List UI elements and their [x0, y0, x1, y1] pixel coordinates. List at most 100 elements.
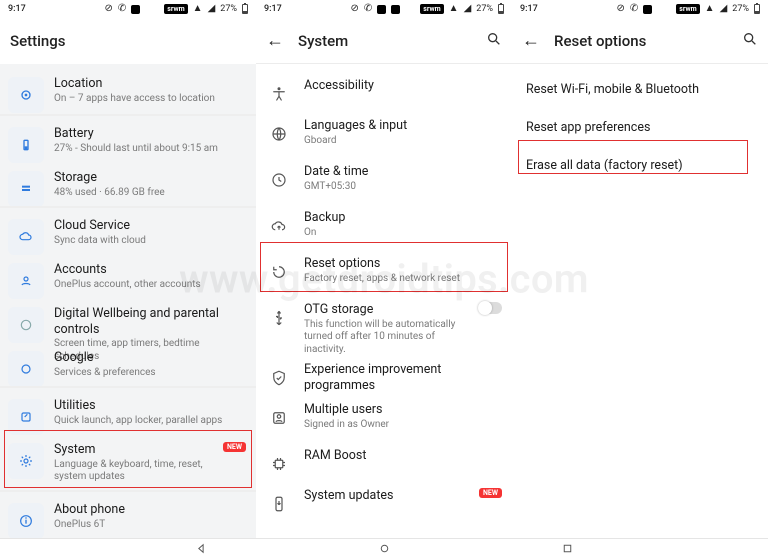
item-system[interactable]: SystemLanguage & keyboard, time, reset, …: [0, 436, 256, 490]
clock: 9:17: [264, 4, 282, 14]
subtitle: Gboard: [304, 135, 502, 148]
phone-download-icon: [264, 489, 294, 519]
subtitle: Factory reset, apps & network reset: [304, 273, 502, 286]
label: Cloud Service: [54, 218, 246, 234]
label: System: [54, 442, 209, 458]
signal-icon: ◢: [464, 4, 472, 14]
cloud-up-icon: [264, 211, 294, 241]
carrier-badge: srwm: [676, 4, 699, 14]
item-ramboost[interactable]: RAM Boost: [256, 442, 512, 485]
subtitle: 27% - Should last until about 9:15 am: [54, 143, 246, 156]
opt-reset-prefs[interactable]: Reset app preferences: [512, 108, 768, 147]
label: Battery: [54, 126, 246, 142]
item-multiuser[interactable]: Multiple usersSigned in as Owner: [256, 396, 512, 439]
app-icon-2: [391, 5, 400, 14]
item-accessibility[interactable]: Accessibility: [256, 72, 512, 115]
subtitle: Services & preferences: [54, 367, 246, 380]
screen-reset-options: 9:17 ⊘ ✆ srwm ▲ ◢ 27% ← Reset options Re…: [512, 0, 768, 538]
label: RAM Boost: [304, 448, 502, 464]
page-title: Settings: [10, 32, 246, 50]
new-badge: NEW: [223, 442, 246, 452]
label: Digital Wellbeing and parental controls: [54, 306, 246, 337]
label: Backup: [304, 210, 502, 226]
notif-icon: ⊘: [350, 4, 358, 14]
wifi-icon: ▲: [705, 4, 715, 14]
wifi-icon: ▲: [193, 4, 203, 14]
app-icon: [131, 5, 140, 14]
accessibility-icon: [264, 79, 294, 109]
item-languages[interactable]: Languages & inputGboard: [256, 112, 512, 155]
battery-pct: 27%: [476, 4, 493, 14]
carrier-badge: srwm: [420, 4, 443, 14]
globe-icon: [264, 119, 294, 149]
notif-icon: ⊘: [104, 4, 112, 14]
label: System updates: [304, 488, 465, 504]
app-icon: [643, 5, 652, 14]
nav-back[interactable]: [195, 542, 208, 555]
label: Languages & input: [304, 118, 502, 134]
item-experience[interactable]: Experience improvement programmes: [256, 356, 512, 399]
wifi-icon: ▲: [449, 4, 459, 14]
item-sysupdates[interactable]: System updates NEW: [256, 482, 512, 525]
label: Storage: [54, 170, 246, 186]
label: Date & time: [304, 164, 502, 180]
search-button[interactable]: [486, 31, 502, 51]
whatsapp-icon: ✆: [364, 4, 372, 14]
nav-home[interactable]: [378, 542, 391, 555]
back-button[interactable]: ←: [266, 30, 284, 51]
search-button[interactable]: [742, 31, 758, 51]
battery-icon: [754, 4, 760, 14]
clock: 9:17: [8, 4, 26, 14]
subtitle: 48% used · 66.89 GB free: [54, 187, 246, 200]
label: Google: [54, 350, 246, 366]
shield-check-icon: [264, 363, 294, 393]
item-about[interactable]: About phoneOnePlus 6T: [0, 496, 256, 538]
subtitle: Signed in as Owner: [304, 419, 502, 432]
gear-icon: [8, 443, 44, 479]
label: Location: [54, 76, 246, 92]
subtitle: OnePlus 6T: [54, 519, 246, 532]
subtitle: On – 7 apps have access to location: [54, 93, 246, 106]
item-datetime[interactable]: Date & timeGMT+05:30: [256, 158, 512, 201]
back-button[interactable]: ←: [522, 30, 540, 51]
label: About phone: [54, 502, 246, 518]
otg-toggle[interactable]: [478, 302, 502, 314]
info-icon: [8, 503, 44, 538]
clock-icon: [264, 165, 294, 195]
wellbeing-icon: [8, 307, 44, 343]
item-reset[interactable]: Reset optionsFactory reset, apps & netwo…: [256, 250, 512, 293]
status-bar: 9:17 ⊘ ✆ srwm ▲ ◢ 27%: [512, 0, 768, 18]
reset-icon: [264, 257, 294, 287]
label: Experience improvement programmes: [304, 362, 502, 393]
item-utilities[interactable]: UtilitiesQuick launch, app locker, paral…: [0, 392, 256, 441]
whatsapp-icon: ✆: [118, 4, 126, 14]
label: OTG storage: [304, 302, 464, 318]
item-otg[interactable]: OTG storageThis function will be automat…: [256, 296, 512, 362]
battery-icon: [498, 4, 504, 14]
screen-system: 9:17 ⊘ ✆ srwm ▲ ◢ 27% ← System Accessib: [256, 0, 512, 538]
battery-pct: 27%: [220, 4, 237, 14]
storage-icon: [8, 171, 44, 207]
item-battery[interactable]: Battery27% - Should last until about 9:1…: [0, 120, 256, 169]
android-navbar: [0, 538, 768, 557]
label: Accessibility: [304, 78, 502, 94]
subtitle: This function will be automatically turn…: [304, 319, 464, 357]
battery-icon: [8, 127, 44, 163]
subtitle: Language & keyboard, time, reset, system…: [54, 459, 209, 484]
item-cloud[interactable]: Cloud ServiceSync data with cloud: [0, 212, 256, 261]
nav-recent[interactable]: [561, 542, 574, 555]
status-bar: 9:17 ⊘ ✆ srwm ▲ ◢ 27%: [0, 0, 256, 18]
carrier-badge: srwm: [164, 4, 187, 14]
clock: 9:17: [520, 4, 538, 14]
subtitle: On: [304, 227, 502, 240]
label: Reset options: [304, 256, 502, 272]
app-icon: [377, 5, 386, 14]
item-location[interactable]: LocationOn – 7 apps have access to locat…: [0, 70, 256, 119]
item-accounts[interactable]: AccountsOnePlus account, other accounts: [0, 256, 256, 305]
location-icon: [8, 77, 44, 113]
opt-reset-wifi[interactable]: Reset Wi-Fi, mobile & Bluetooth: [512, 70, 768, 109]
header: ← Reset options: [512, 18, 768, 64]
item-backup[interactable]: BackupOn: [256, 204, 512, 247]
opt-erase-all[interactable]: Erase all data (factory reset): [512, 146, 768, 185]
signal-icon: ◢: [720, 4, 728, 14]
